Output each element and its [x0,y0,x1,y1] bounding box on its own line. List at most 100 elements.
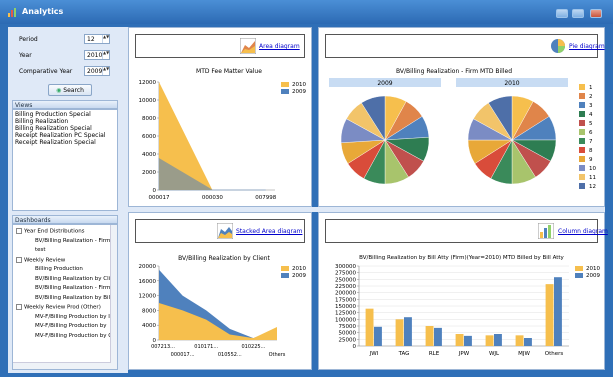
close-button[interactable] [590,9,602,18]
maximize-button[interactable] [572,9,584,18]
dashboard-tree-item[interactable]: Billing Production [35,266,83,273]
legend-label: 10 [589,166,596,172]
legend-label: 2010 [586,266,600,272]
dashboard-tree-item[interactable]: MV-F/Billing Production by C [35,333,112,340]
y-tick-label: 20000 [139,264,157,270]
views-header: Views [12,100,118,109]
views-list-item[interactable]: Receipt Realization PC Special [13,132,117,139]
area-chart-title: MTD Fee Matter Value [196,68,262,75]
dashboard-tree-label: test [35,247,46,253]
y-tick-label: 4000 [142,323,156,329]
dashboard-tree-label: Weekly Review [24,257,66,263]
legend-label: 8 [589,148,593,154]
legend-label: 7 [589,139,593,145]
x-tick-label: 007213... [151,344,175,350]
x-tick-label: 000030 [202,195,223,201]
bar [545,284,554,346]
x-tick-label: 000017 [149,195,170,201]
expand-toggle-icon[interactable] [16,304,22,310]
window-title: Analytics [22,7,64,16]
dashboards-vertical-scrollbar[interactable] [110,225,117,369]
y-tick-label: 300000 [335,264,356,270]
views-list-item[interactable]: Billing Realization [13,118,117,125]
bar [455,334,464,346]
y-tick-label: 10000 [139,98,157,104]
x-tick-label: WJL [489,351,500,357]
legend-swatch [281,89,289,94]
legend-label: 9 [589,157,593,163]
legend-swatch [579,129,585,135]
x-tick-label: TAG [398,351,410,357]
y-tick-label: 2000 [142,170,156,176]
views-list[interactable]: Billing Production Special Billing Realiz… [12,109,118,211]
legend-swatch [281,82,289,87]
dashboard-tree-item[interactable]: MV-F/Billing Production by I [35,314,110,321]
views-list-item[interactable]: Billing Realization Special [13,125,117,132]
dashboard-tree-item[interactable]: BV/Billing Realization by Cli [35,276,110,283]
column-chart: 0250005000075000100000125000150000175000… [335,264,600,357]
views-list-item[interactable]: Receipt Realization Special [13,139,117,146]
dashboard-tree-item[interactable]: BV/Billing Realization by Bill [35,295,112,302]
legend-swatch [579,174,585,180]
dashboard-tree-item[interactable]: test [35,247,46,254]
legend-label: 4 [589,112,593,118]
stacked-area-chart-panel: Stacked Area diagram BV/Billing Realizat… [128,212,312,370]
y-tick-label: 250000 [335,277,356,283]
area-diagram-link[interactable]: Area diagram [259,43,300,50]
search-icon: ◉ [56,87,62,94]
x-tick-label: 000017... [171,352,195,358]
comparative-year-stepper[interactable]: 2009 ▲▼ [84,66,110,76]
y-tick-label: 175000 [335,297,356,303]
legend-swatch [579,84,585,90]
y-tick-label: 4000 [142,152,156,158]
dashboards-tree[interactable]: MV-F/Billing Production by C MV-F/Billing… [12,224,118,370]
legend-swatch [579,165,585,171]
stacked-area-chart-header: Stacked Area diagram [135,219,305,243]
dashboard-tree-label: MV-F/Billing Production by C [35,332,113,339]
y-tick-label: 225000 [335,284,356,290]
dashboard-tree-group[interactable]: Year End Distributions [16,228,85,236]
pie-chart-icon [551,39,565,53]
dashboard-tree-item[interactable]: MV-F/Billing Production by [35,323,107,330]
y-tick-label: 0 [153,188,157,194]
period-stepper[interactable]: 12 ▲▼ [84,34,110,44]
bar [395,319,404,346]
stepper-arrows-icon: ▲▼ [102,51,109,59]
expand-toggle-icon[interactable] [16,228,22,234]
bar [425,326,434,346]
legend-label: 5 [589,121,593,127]
bar [485,335,494,346]
dashboard-tree-group[interactable]: Weekly Review [16,256,66,265]
dashboards-horizontal-scrollbar[interactable] [13,362,111,369]
column-diagram-link[interactable]: Column diagram [558,228,608,235]
bar [515,335,524,346]
dashboard-tree-item[interactable]: BV/Billing Realization - Firm [35,285,110,292]
dashboard-tree-label: Weekly Review Prod (Other) [24,304,101,311]
legend-label: 2009 [586,273,600,279]
x-tick-label: MJW [518,351,530,357]
legend-swatch [281,266,289,271]
views-list-item[interactable]: Billing Production Special [13,111,117,118]
period-label: Period [19,36,38,43]
left-pane: Period 12 ▲▼ Year 2010 ▲▼ Comparative Year… [8,27,122,373]
search-button[interactable]: ◉ Search [48,84,92,96]
pie-tab-label: 2010 [504,80,519,87]
expand-toggle-icon[interactable] [16,256,22,263]
minimize-button[interactable] [556,9,568,18]
y-tick-label: 75000 [339,324,357,330]
area-chart-panel: Area diagram MTD Fee Matter Value 0 2000 4… [128,27,312,207]
dashboard-tree-group[interactable]: Weekly Review Prod (Other) [16,304,101,312]
column-chart-title: BV/Billing Realization by Bill Atty (Fir… [359,255,564,261]
stacked-area-diagram-link[interactable]: Stacked Area diagram [236,228,302,235]
pie-diagram-link[interactable]: Pie diagram [569,43,605,50]
year-stepper[interactable]: 2010 ▲▼ [84,50,110,60]
area-chart-icon [240,38,256,54]
x-tick-label: JWI [369,351,379,357]
y-tick-label: 125000 [335,311,356,317]
dashboard-tree-item[interactable]: BV/Billing Realization - Firm [35,238,110,245]
bar [374,326,382,346]
y-tick-label: 12000 [139,294,157,300]
y-tick-label: 8000 [142,308,156,314]
bar [404,317,412,346]
area-chart: 0 2000 4000 6000 8000 10000 12000 000017 000030 0… [139,80,307,201]
